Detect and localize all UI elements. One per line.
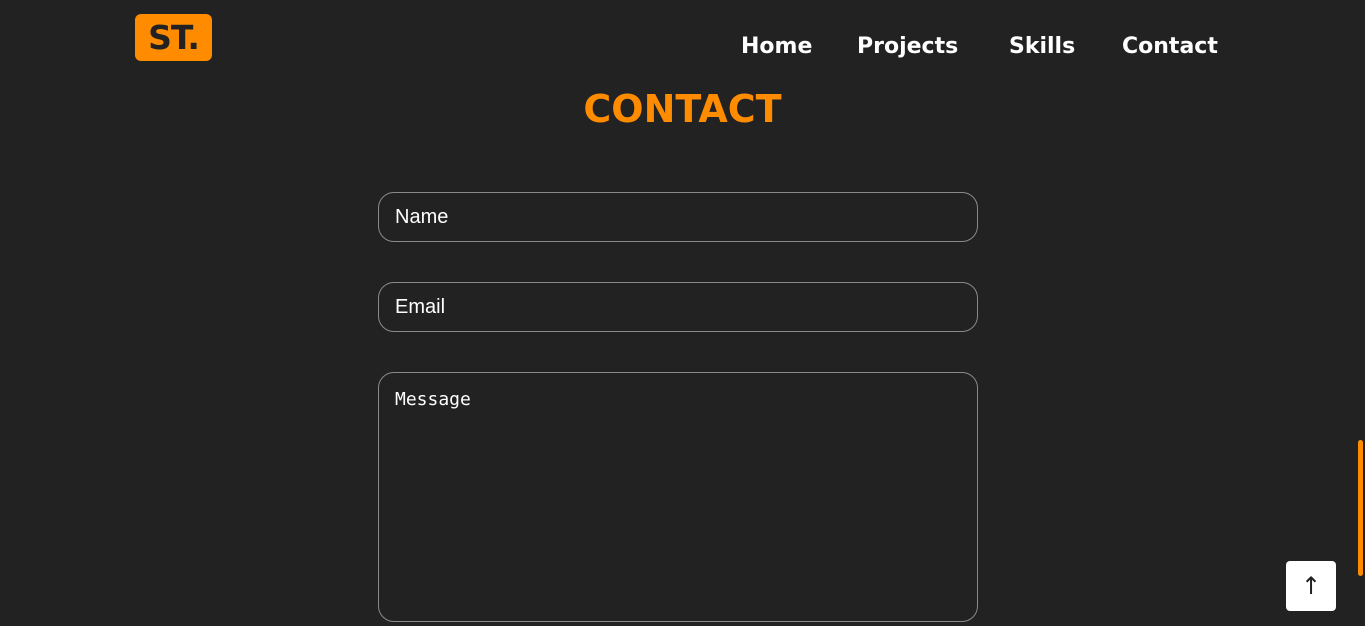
arrow-up-icon: ↑ xyxy=(1300,572,1322,600)
page: ST. Home Projects Skills Contact CONTACT… xyxy=(0,0,1365,626)
name-input[interactable] xyxy=(378,192,978,242)
email-input[interactable] xyxy=(378,282,978,332)
nav-link-skills[interactable]: Skills xyxy=(1009,31,1075,63)
message-textarea[interactable] xyxy=(378,372,978,622)
back-to-top-button[interactable]: ↑ xyxy=(1286,561,1336,611)
contact-section-title: CONTACT xyxy=(583,87,782,131)
nav-link-contact[interactable]: Contact xyxy=(1122,31,1218,63)
main-nav: Home Projects Skills Contact xyxy=(0,31,1365,63)
scrollbar-thumb[interactable] xyxy=(1358,440,1363,576)
nav-link-projects[interactable]: Projects xyxy=(857,31,958,63)
nav-link-home[interactable]: Home xyxy=(741,31,812,63)
